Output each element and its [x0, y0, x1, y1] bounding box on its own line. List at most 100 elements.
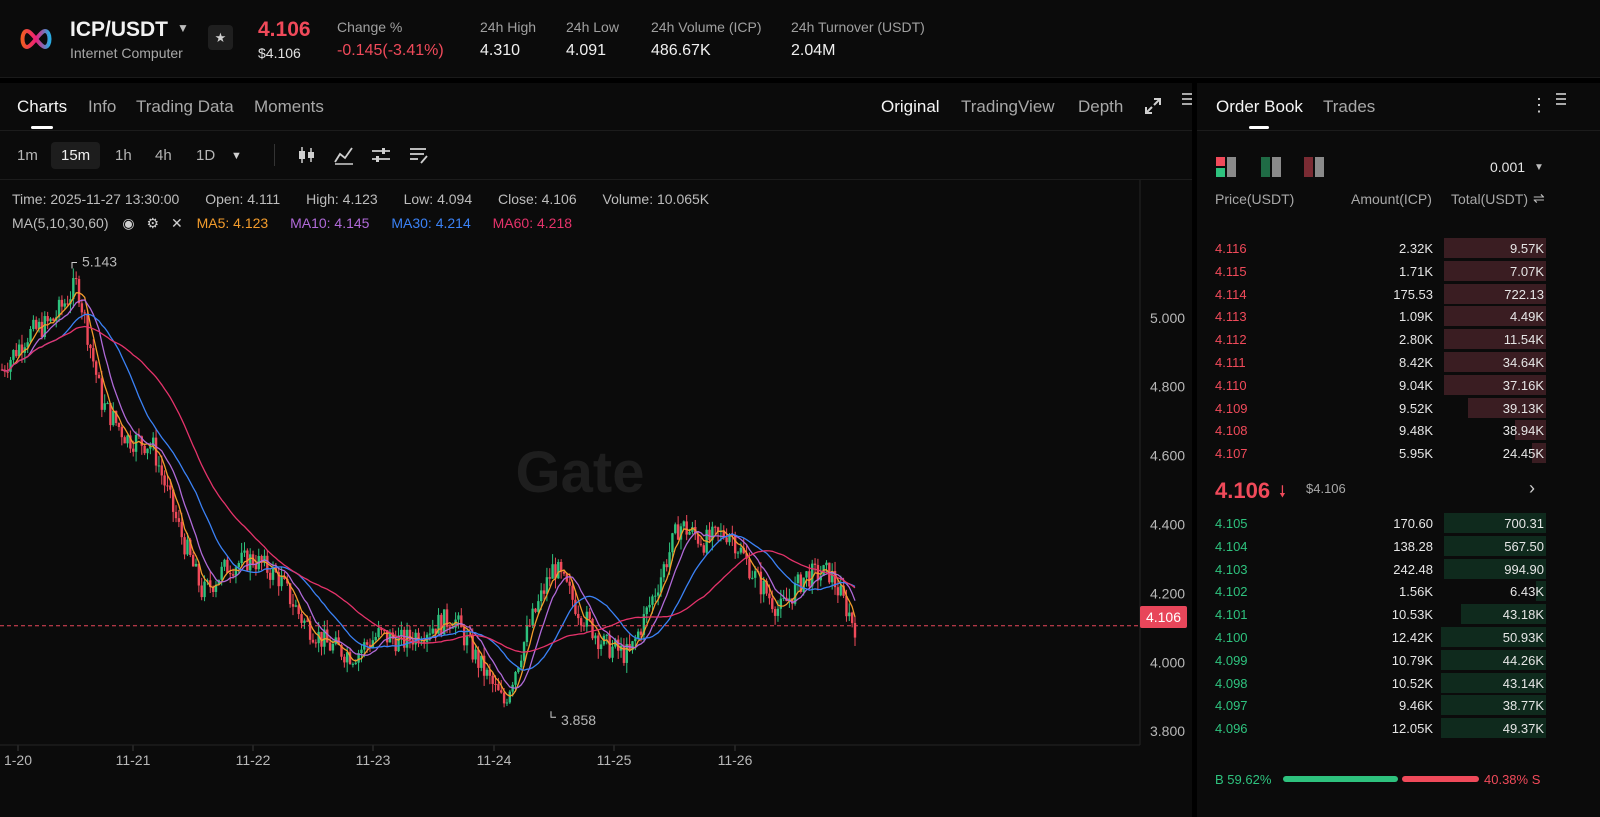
- ask-total: 4.49K: [1510, 309, 1544, 325]
- candle-body: [423, 641, 426, 643]
- pair-symbol[interactable]: ICP/USDT: [70, 18, 168, 42]
- view-both-icon[interactable]: [1216, 157, 1238, 177]
- candle-body: [223, 559, 226, 567]
- bid-amount: 138.28: [1393, 538, 1433, 554]
- timeframe-1m[interactable]: 1m: [17, 147, 38, 164]
- candle-body: [508, 691, 512, 703]
- view-depth[interactable]: Depth: [1078, 97, 1123, 117]
- ask-row[interactable]: 4.114 175.53 722.13: [1206, 283, 1546, 305]
- drawing-tools-icon[interactable]: [408, 144, 430, 166]
- timeframe-4h[interactable]: 4h: [155, 147, 172, 164]
- timeframe-1h[interactable]: 1h: [115, 147, 132, 164]
- change-label: Change %: [337, 19, 403, 35]
- candle-body: [768, 593, 771, 599]
- view-bids-icon[interactable]: [1261, 157, 1283, 177]
- ask-row[interactable]: 4.110 9.04K 37.16K: [1206, 374, 1546, 396]
- candle-body: [542, 590, 546, 594]
- ma10-line: [1, 299, 856, 689]
- tab-charts[interactable]: Charts: [17, 97, 67, 117]
- candle-body: [548, 577, 551, 579]
- candle-body: [636, 631, 640, 639]
- bid-row[interactable]: 4.098 10.52K 43.14K: [1206, 672, 1546, 694]
- fullscreen-icon[interactable]: [1144, 97, 1162, 115]
- sort-icon[interactable]: ⇌: [1533, 190, 1545, 207]
- candle-body: [180, 521, 183, 538]
- low-24h-value: 4.091: [566, 42, 607, 59]
- bid-price: 4.097: [1215, 698, 1248, 714]
- candle-body: [682, 521, 686, 527]
- bid-total: 38.77K: [1502, 698, 1544, 714]
- candlestick-icon[interactable]: [296, 144, 318, 166]
- ask-row[interactable]: 4.111 8.42K 34.64K: [1206, 351, 1546, 373]
- ask-row[interactable]: 4.113 1.09K 4.49K: [1206, 305, 1546, 327]
- chart-menu-icon[interactable]: [1182, 92, 1192, 108]
- y-tick-label: 4.800: [1150, 379, 1185, 395]
- ask-row[interactable]: 4.109 9.52K 39.13K: [1206, 397, 1546, 419]
- candle-body: [751, 577, 754, 579]
- bid-row[interactable]: 4.097 9.46K 38.77K: [1206, 694, 1546, 716]
- pair-dropdown-icon[interactable]: ▼: [177, 21, 189, 35]
- tab-trading-data[interactable]: Trading Data: [136, 97, 234, 117]
- candle-body: [579, 618, 583, 626]
- ask-row[interactable]: 4.116 2.32K 9.57K: [1206, 237, 1546, 259]
- ask-row[interactable]: 4.108 9.48K 38.94K: [1206, 419, 1546, 441]
- ask-row[interactable]: 4.107 5.95K 24.45K: [1206, 442, 1546, 464]
- ask-row[interactable]: 4.112 2.80K 11.54K: [1206, 328, 1546, 350]
- bid-price: 4.101: [1215, 607, 1248, 623]
- candle-body: [494, 683, 497, 685]
- timeframe-15m[interactable]: 15m: [51, 142, 101, 169]
- bid-amount: 12.42K: [1391, 630, 1433, 645]
- indicators-icon[interactable]: [333, 144, 355, 166]
- candle-body: [237, 563, 240, 568]
- more-options-icon[interactable]: ⋮: [1530, 95, 1548, 116]
- bid-row[interactable]: 4.096 12.05K 49.37K: [1206, 717, 1546, 739]
- bid-total: 43.18K: [1502, 607, 1544, 623]
- bid-row[interactable]: 4.100 12.42K 50.93K: [1206, 626, 1546, 648]
- bid-row[interactable]: 4.104 138.28 567.50: [1206, 535, 1546, 557]
- mid-price: 4.106: [1215, 478, 1271, 503]
- ask-row[interactable]: 4.115 1.71K 7.07K: [1206, 260, 1546, 282]
- buy-sell-ratio-bar: [1283, 776, 1479, 782]
- ask-amount: 9.48K: [1399, 423, 1433, 439]
- chevron-right-icon[interactable]: ›: [1529, 478, 1535, 499]
- change-value: -0.145(-3.41%): [337, 42, 444, 59]
- favorite-star-icon[interactable]: ★: [208, 25, 233, 50]
- bid-row[interactable]: 4.101 10.53K 43.18K: [1206, 603, 1546, 625]
- candle-body: [254, 564, 258, 570]
- candle-body: [377, 628, 380, 637]
- internet-computer-logo-icon: [20, 28, 52, 50]
- candle-body: [12, 350, 15, 360]
- tab-trades[interactable]: Trades: [1323, 97, 1375, 117]
- precision-select[interactable]: 0.001: [1490, 159, 1525, 175]
- candle-body: [520, 660, 523, 668]
- candle-body: [597, 635, 600, 650]
- bid-total: 43.14K: [1502, 675, 1544, 691]
- timeframe-more-icon[interactable]: ▼: [231, 150, 242, 162]
- bid-row[interactable]: 4.102 1.56K 6.43K: [1206, 580, 1546, 602]
- candle-body: [779, 598, 783, 609]
- candle-body: [534, 608, 537, 612]
- precision-dropdown-icon[interactable]: ▼: [1534, 162, 1544, 173]
- view-asks-icon[interactable]: [1304, 157, 1326, 177]
- candle-body: [562, 571, 566, 574]
- timeframe-1d[interactable]: 1D: [196, 147, 215, 164]
- last-price: 4.106: [258, 18, 311, 41]
- tab-info[interactable]: Info: [88, 97, 116, 117]
- tab-order-book[interactable]: Order Book: [1216, 97, 1303, 117]
- candle-body: [577, 613, 580, 619]
- bid-row[interactable]: 4.103 242.48 994.90: [1206, 558, 1546, 580]
- candle-body: [328, 642, 332, 651]
- price-chart[interactable]: Gate 5.000 4.800 4.600 4.400 4.200 4.000 3.800…: [0, 180, 1192, 780]
- header-amount: Amount(ICP): [1351, 191, 1432, 207]
- x-tick-label: 11-23: [356, 752, 391, 768]
- bid-row[interactable]: 4.099 10.79K 44.26K: [1206, 649, 1546, 671]
- bid-row[interactable]: 4.105 170.60 700.31: [1206, 512, 1546, 534]
- view-tradingview[interactable]: TradingView: [961, 97, 1055, 117]
- panel-menu-icon[interactable]: [1556, 92, 1566, 108]
- settings-sliders-icon[interactable]: [370, 144, 392, 166]
- view-original[interactable]: Original: [881, 97, 940, 117]
- x-tick-label: 11-25: [597, 752, 632, 768]
- gate-watermark: Gate: [516, 440, 645, 505]
- candle-body: [539, 590, 543, 602]
- tab-moments[interactable]: Moments: [254, 97, 324, 117]
